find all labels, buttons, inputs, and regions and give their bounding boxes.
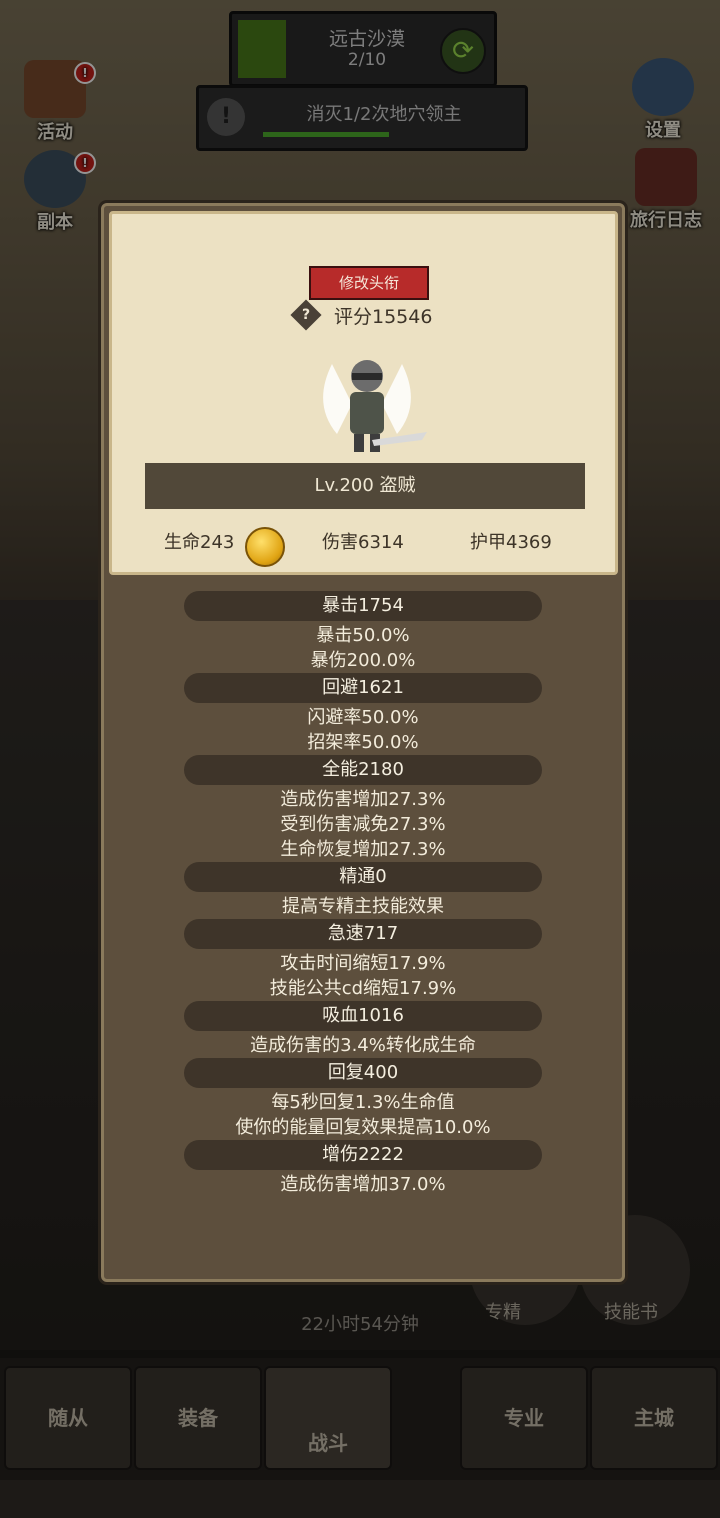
stat-line: 技能公共cd缩短17.9%: [269, 978, 457, 999]
stat-header: 精通0: [184, 862, 542, 892]
level-class-bar: Lv.200 盗贼: [145, 463, 585, 509]
score-text: 评分15546: [334, 306, 433, 328]
stat-line: 招架率50.0%: [307, 732, 419, 753]
stat-header: 回复400: [184, 1058, 542, 1088]
stat-line: 闪避率50.0%: [307, 707, 419, 728]
stat-line: 暴击50.0%: [316, 625, 410, 646]
stat-header: 暴击1754: [184, 591, 542, 621]
question-mark-icon: ?: [301, 307, 311, 323]
stat-line: 每5秒回复1.3%生命值: [271, 1092, 455, 1113]
stat-line: 暴伤200.0%: [310, 650, 416, 671]
stat-line: 造成伤害增加37.0%: [280, 1174, 446, 1195]
stat-header: 吸血1016: [184, 1001, 542, 1031]
stat-line: 提高专精主技能效果: [282, 896, 444, 917]
stat-header: 增伤2222: [184, 1140, 542, 1170]
stat-header: 全能2180: [184, 755, 542, 785]
stat-header: 急速717: [184, 919, 542, 949]
character-card: 修改头衔 ? 评分15546 Lv.200 盗贼 生命243 伤害6314 护甲…: [109, 211, 618, 575]
coin-icon[interactable]: [245, 527, 285, 567]
stat-line: 使你的能量回复效果提高10.0%: [235, 1117, 491, 1138]
stats-list: 暴击1754 暴击50.0% 暴伤200.0% 回避1621 闪避率50.0% …: [104, 591, 622, 1197]
stat-line: 生命恢复增加27.3%: [280, 839, 446, 860]
character-portrait: [323, 360, 427, 452]
stat-header: 回避1621: [184, 673, 542, 703]
stat-line: 造成伤害的3.4%转化成生命: [250, 1035, 476, 1056]
hp-stat: 生命243: [164, 532, 235, 553]
change-title-button[interactable]: 修改头衔: [309, 266, 429, 300]
character-stats-modal: 修改头衔 ? 评分15546 Lv.200 盗贼 生命243 伤害6314 护甲…: [101, 203, 625, 1282]
damage-stat: 伤害6314: [322, 532, 404, 553]
stat-line: 攻击时间缩短17.9%: [280, 953, 446, 974]
armor-stat: 护甲4369: [470, 532, 552, 553]
stat-line: 受到伤害减免27.3%: [280, 814, 446, 835]
stat-line: 造成伤害增加27.3%: [280, 789, 446, 810]
